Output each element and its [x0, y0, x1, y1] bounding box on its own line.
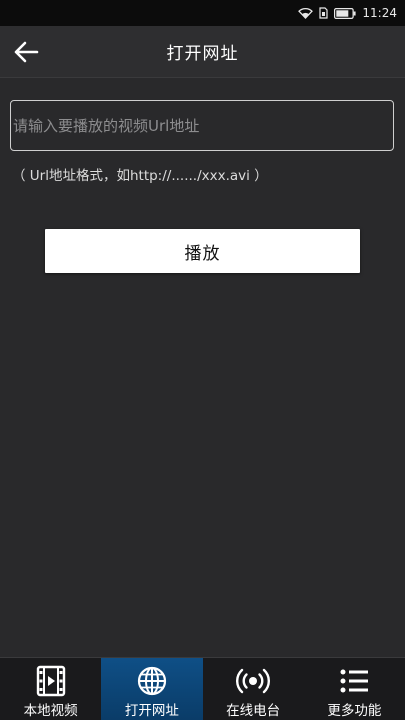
- url-format-hint: （ Url地址格式，如http://....../xxx.avi ）: [12, 168, 268, 184]
- page-title: 打开网址: [166, 44, 239, 64]
- globe-icon: [137, 666, 166, 696]
- bottom-nav: 本地视频 打开网址 在线电台 更多功能: [0, 657, 405, 720]
- nav-item-online-radio[interactable]: 在线电台: [203, 658, 304, 720]
- list-icon: [340, 669, 369, 693]
- back-button[interactable]: [6, 32, 46, 72]
- nav-label: 本地视频: [23, 703, 78, 719]
- nav-item-more[interactable]: 更多功能: [304, 658, 405, 720]
- sim-card-icon: [319, 7, 329, 19]
- nav-label: 打开网址: [124, 703, 179, 719]
- app-header: 打开网址: [0, 26, 405, 78]
- clock: 11:24: [362, 6, 397, 20]
- back-arrow-icon: [14, 41, 39, 63]
- wifi-icon: [298, 7, 314, 19]
- url-input[interactable]: [10, 100, 394, 151]
- nav-label: 在线电台: [226, 703, 281, 719]
- battery-icon: [334, 7, 357, 19]
- play-button[interactable]: 播放: [45, 229, 360, 273]
- broadcast-icon: [236, 668, 271, 694]
- nav-item-open-url[interactable]: 打开网址: [101, 658, 203, 720]
- film-icon: [36, 665, 65, 697]
- nav-item-local-video[interactable]: 本地视频: [0, 658, 101, 720]
- nav-label: 更多功能: [327, 703, 382, 719]
- status-bar: 11:24: [0, 0, 405, 26]
